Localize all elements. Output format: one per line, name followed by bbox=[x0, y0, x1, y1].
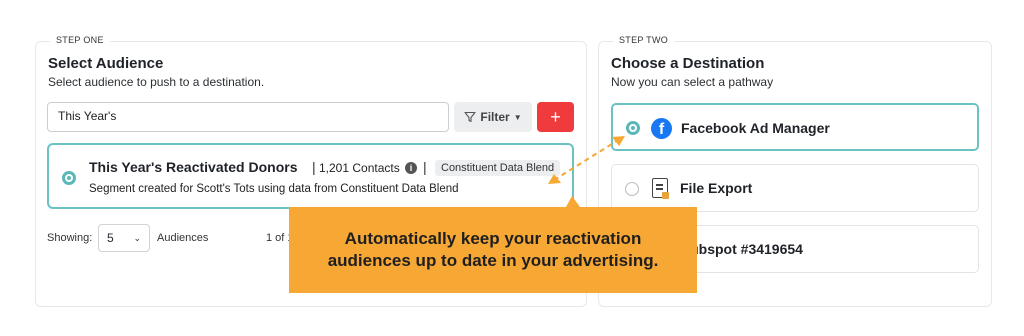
audience-search-input[interactable]: This Year's bbox=[47, 102, 449, 132]
audiences-label: Audiences bbox=[157, 232, 209, 244]
destination-facebook[interactable]: f Facebook Ad Manager bbox=[611, 103, 979, 151]
destination-name: Hubspot #3419654 bbox=[680, 241, 803, 257]
separator: | bbox=[312, 159, 316, 175]
info-icon[interactable]: i bbox=[405, 162, 417, 174]
audience-count: 1,201 Contacts bbox=[319, 161, 400, 175]
destination-name: Facebook Ad Manager bbox=[681, 120, 830, 136]
destination-name: File Export bbox=[680, 180, 753, 196]
per-page-value: 5 bbox=[107, 231, 114, 245]
audience-radio[interactable] bbox=[62, 171, 76, 185]
per-page-select[interactable]: 5 ⌄ bbox=[98, 224, 150, 252]
caret-down-icon: ▼ bbox=[513, 112, 522, 122]
audience-card[interactable]: This Year's Reactivated Donors | 1,201 C… bbox=[47, 143, 574, 209]
add-audience-button[interactable]: + bbox=[537, 102, 574, 132]
audience-name: This Year's Reactivated Donors bbox=[89, 159, 298, 175]
select-audience-subtitle: Select audience to push to a destination… bbox=[48, 75, 265, 89]
choose-destination-title: Choose a Destination bbox=[611, 55, 765, 72]
callout-box: Automatically keep your reactivation aud… bbox=[289, 207, 697, 293]
facebook-icon: f bbox=[651, 118, 672, 139]
destination-file-export[interactable]: File Export bbox=[611, 164, 979, 212]
showing-label: Showing: bbox=[47, 232, 93, 244]
callout-text: Automatically keep your reactivation aud… bbox=[328, 228, 659, 272]
filter-icon bbox=[464, 111, 476, 123]
chevron-down-icon: ⌄ bbox=[133, 232, 141, 243]
data-blend-badge: Constituent Data Blend bbox=[435, 160, 561, 176]
select-audience-title: Select Audience bbox=[48, 55, 164, 72]
choose-destination-subtitle: Now you can select a pathway bbox=[611, 75, 774, 89]
destination-radio[interactable] bbox=[626, 121, 640, 135]
destination-radio[interactable] bbox=[625, 182, 639, 196]
filter-label: Filter bbox=[480, 110, 510, 124]
filter-button[interactable]: Filter ▼ bbox=[454, 102, 532, 132]
step-one-tag: STEP ONE bbox=[50, 35, 110, 45]
audience-description: Segment created for Scott's Tots using d… bbox=[89, 183, 459, 195]
file-export-icon bbox=[652, 178, 669, 199]
separator: | bbox=[423, 159, 427, 175]
callout-line-1: Automatically keep your reactivation bbox=[344, 228, 642, 248]
step-two-tag: STEP TWO bbox=[613, 35, 675, 45]
callout-line-2: audiences up to date in your advertising… bbox=[327, 251, 659, 270]
